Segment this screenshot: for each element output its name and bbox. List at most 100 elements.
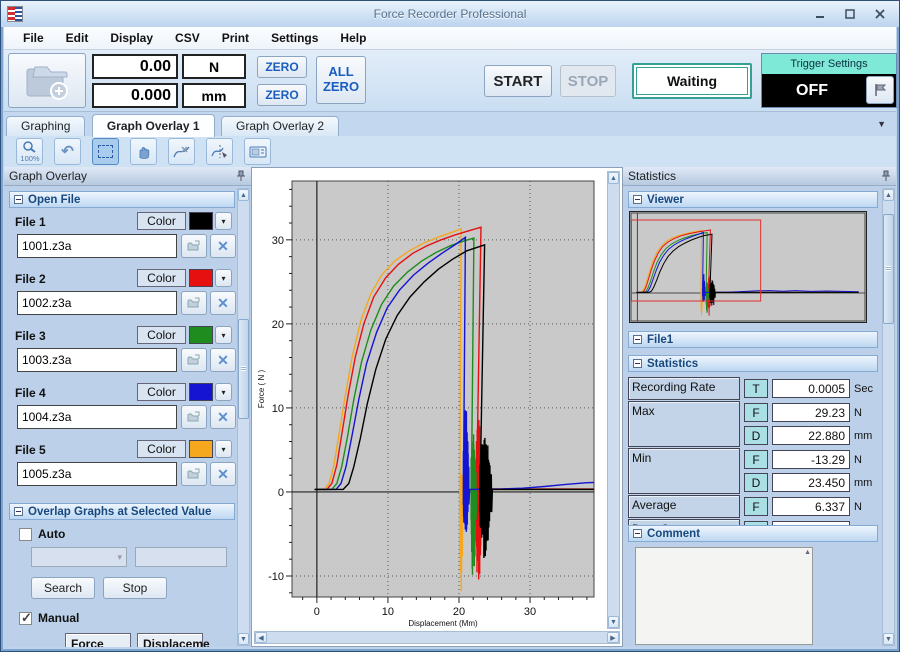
comment-section-header[interactable]: Comment <box>628 525 878 542</box>
comment-textarea[interactable]: ▲ <box>635 547 813 645</box>
browse-file-icon[interactable] <box>181 234 207 258</box>
zoom-100-icon[interactable]: 100% <box>16 138 43 165</box>
displacement-zero-button[interactable]: ZERO <box>257 84 307 106</box>
filename-input[interactable] <box>17 348 177 372</box>
manual-checkbox[interactable] <box>19 612 32 625</box>
tab[interactable]: Graph Overlay 1 <box>92 114 215 137</box>
maximize-button[interactable] <box>839 6 861 21</box>
menu-item[interactable]: CSV <box>164 28 211 48</box>
browse-file-icon[interactable] <box>181 405 207 429</box>
color-button[interactable]: Color <box>137 383 186 401</box>
statistics-section-header[interactable]: Statistics <box>628 355 878 372</box>
open-file-section-header[interactable]: Open File <box>9 191 235 208</box>
scroll-down-icon[interactable]: ▼ <box>883 633 894 645</box>
color-swatch[interactable] <box>189 383 213 401</box>
all-zero-button[interactable]: ALL ZERO <box>316 56 366 104</box>
color-button[interactable]: Color <box>137 269 186 287</box>
color-dropdown-icon[interactable]: ▾ <box>215 383 232 401</box>
manual-checkbox-row[interactable]: Manual <box>19 611 79 625</box>
scroll-up-icon[interactable]: ▲ <box>883 189 894 201</box>
minimize-button[interactable] <box>809 6 831 21</box>
viewer-thumbnail[interactable] <box>629 211 867 323</box>
remove-file-icon[interactable]: ✕ <box>210 348 236 372</box>
displacement-mode-button[interactable]: Displaceme <box>137 633 203 647</box>
collapse-icon[interactable] <box>633 335 642 344</box>
color-button[interactable]: Color <box>137 212 186 230</box>
collapse-icon[interactable] <box>633 195 642 204</box>
filename-input[interactable] <box>17 234 177 258</box>
value-display-icon[interactable] <box>244 138 271 165</box>
scrollbar-thumb[interactable] <box>883 214 894 324</box>
tab-overflow-icon[interactable]: ▼ <box>877 119 886 129</box>
browse-file-icon[interactable] <box>181 291 207 315</box>
browse-file-icon[interactable] <box>181 462 207 486</box>
scroll-down-icon[interactable]: ▼ <box>608 616 619 628</box>
menu-item[interactable]: Print <box>211 28 260 48</box>
left-panel-scrollbar[interactable]: ▲ ▼ <box>237 188 250 646</box>
filename-input[interactable] <box>17 462 177 486</box>
file1-section-header[interactable]: File1 <box>628 331 878 348</box>
color-swatch[interactable] <box>189 212 213 230</box>
curve-edit-icon[interactable] <box>206 138 233 165</box>
color-swatch[interactable] <box>189 440 213 458</box>
auto-checkbox-row[interactable]: Auto <box>19 527 65 541</box>
menu-item[interactable]: Edit <box>55 28 100 48</box>
filename-input[interactable] <box>17 405 177 429</box>
force-mode-button[interactable]: Force <box>65 633 131 647</box>
stats-channel: D <box>744 473 768 492</box>
graph-vscrollbar[interactable]: ▲ ▼ <box>607 171 620 629</box>
scroll-up-icon[interactable]: ▲ <box>238 189 249 201</box>
tab[interactable]: Graphing <box>6 116 85 136</box>
viewer-canvas[interactable] <box>630 212 866 322</box>
viewer-section-header[interactable]: Viewer <box>628 191 878 208</box>
menu-item[interactable]: File <box>12 28 55 48</box>
pin-icon[interactable] <box>236 170 246 182</box>
color-swatch[interactable] <box>189 326 213 344</box>
remove-file-icon[interactable]: ✕ <box>210 234 236 258</box>
force-zero-button[interactable]: ZERO <box>257 56 307 78</box>
flag-icon[interactable] <box>866 76 894 104</box>
curve-delete-icon[interactable] <box>168 138 195 165</box>
scroll-left-icon[interactable]: ◀ <box>255 632 267 643</box>
menu-item[interactable]: Display <box>99 28 164 48</box>
stop-search-button[interactable]: Stop <box>103 577 167 599</box>
color-button[interactable]: Color <box>137 440 186 458</box>
remove-file-icon[interactable]: ✕ <box>210 291 236 315</box>
browse-file-icon[interactable] <box>181 348 207 372</box>
scroll-down-icon[interactable]: ▼ <box>238 633 249 645</box>
color-dropdown-icon[interactable]: ▾ <box>215 269 232 287</box>
remove-file-icon[interactable]: ✕ <box>210 405 236 429</box>
menu-item[interactable]: Settings <box>260 28 329 48</box>
tab[interactable]: Graph Overlay 2 <box>221 116 339 136</box>
menu-item[interactable]: Help <box>329 28 377 48</box>
remove-file-icon[interactable]: ✕ <box>210 462 236 486</box>
filename-input[interactable] <box>17 291 177 315</box>
collapse-icon[interactable] <box>14 507 23 516</box>
graph-hscrollbar[interactable]: ◀ ▶ <box>254 631 620 644</box>
open-file-button[interactable] <box>8 53 86 108</box>
scroll-right-icon[interactable]: ▶ <box>607 632 619 643</box>
start-button[interactable]: START <box>484 65 552 97</box>
close-button[interactable] <box>869 6 891 21</box>
collapse-icon[interactable] <box>633 529 642 538</box>
region-select-icon[interactable] <box>92 138 119 165</box>
color-button[interactable]: Color <box>137 326 186 344</box>
scroll-up-icon[interactable]: ▲ <box>608 172 619 184</box>
collapse-icon[interactable] <box>14 195 23 204</box>
right-panel-scrollbar[interactable]: ▲ ▼ <box>882 188 895 646</box>
color-dropdown-icon[interactable]: ▾ <box>215 326 232 344</box>
pan-hand-icon[interactable] <box>130 138 157 165</box>
undo-icon[interactable]: ↶ <box>54 138 81 165</box>
color-swatch[interactable] <box>189 269 213 287</box>
search-button[interactable]: Search <box>31 577 95 599</box>
pin-icon[interactable] <box>881 170 891 182</box>
graph-canvas[interactable]: 01020303020100-10Displacement (Mm)Force … <box>256 171 602 631</box>
collapse-icon[interactable] <box>633 359 642 368</box>
color-dropdown-icon[interactable]: ▾ <box>215 440 232 458</box>
scroll-up-icon[interactable]: ▲ <box>804 549 811 556</box>
svg-text:-10: -10 <box>268 571 284 583</box>
color-dropdown-icon[interactable]: ▾ <box>215 212 232 230</box>
scrollbar-thumb[interactable] <box>238 319 249 419</box>
overlap-section-header[interactable]: Overlap Graphs at Selected Value <box>9 503 235 520</box>
auto-checkbox[interactable] <box>19 528 32 541</box>
